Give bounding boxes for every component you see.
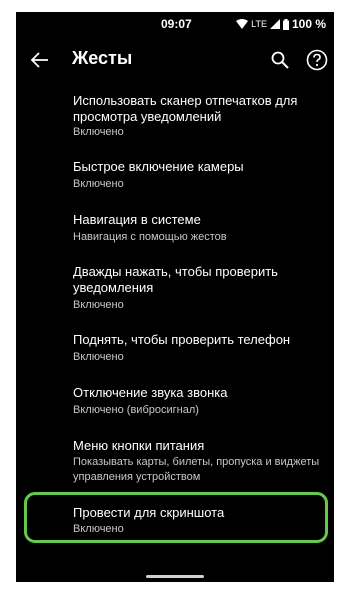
status-bar: 09:07 LTE 100 % [16, 12, 334, 38]
item-subtitle: Включено [73, 126, 124, 138]
page-title: Жесты [72, 48, 133, 68]
app-bar: Жесты [16, 40, 334, 80]
item-title: Поднять, чтобы проверить телефон [73, 332, 291, 347]
search-icon[interactable] [270, 50, 290, 70]
gesture-nav-handle[interactable] [146, 575, 204, 578]
list-item-fingerprint-notifications[interactable]: Использовать сканер отпечатков для просм… [16, 88, 334, 144]
item-title: Быстрое включение камеры [73, 159, 244, 174]
item-title: Меню кнопки питания [73, 438, 205, 453]
item-title: Навигация в системе [73, 212, 201, 227]
battery-percent: 100 % [291, 17, 326, 31]
list-item-system-navigation[interactable]: Навигация в системе Навигация с помощью … [16, 208, 334, 248]
list-item-quick-camera[interactable]: Быстрое включение камеры Включено [16, 156, 334, 196]
phone-screen: 09:07 LTE 100 % Жесты Использовать скане… [16, 12, 334, 582]
help-icon[interactable] [306, 49, 328, 71]
item-subtitle: Включено [73, 299, 124, 311]
list-item-lift-to-check[interactable]: Поднять, чтобы проверить телефон Включен… [16, 332, 334, 372]
item-subtitle: Включено [73, 351, 124, 363]
item-subtitle: Включено [73, 178, 124, 190]
item-subtitle: Навигация с помощью жестов [73, 231, 227, 243]
status-icons: LTE 100 % [236, 17, 326, 31]
list-item-power-menu[interactable]: Меню кнопки питания Показывать карты, би… [16, 438, 334, 494]
battery-icon [282, 18, 289, 30]
item-title: Дважды нажать, чтобы проверить уведомлен… [73, 264, 278, 295]
status-time: 09:07 [161, 17, 192, 31]
list-item-double-tap[interactable]: Дважды нажать, чтобы проверить уведомлен… [16, 264, 334, 320]
item-title: Использовать сканер отпечатков для просм… [73, 93, 298, 124]
back-arrow-icon[interactable] [30, 50, 50, 70]
signal-icon [269, 19, 280, 29]
network-label: LTE [251, 19, 267, 29]
item-subtitle: Включено (вибросигнал) [73, 404, 199, 416]
item-subtitle: Показывать карты, билеты, пропуска и вид… [73, 456, 320, 483]
list-item-mute-ringer[interactable]: Отключение звука звонка Включено (виброс… [16, 385, 334, 425]
highlight-frame [24, 492, 328, 543]
wifi-icon [236, 19, 249, 29]
item-title: Отключение звука звонка [73, 385, 228, 400]
